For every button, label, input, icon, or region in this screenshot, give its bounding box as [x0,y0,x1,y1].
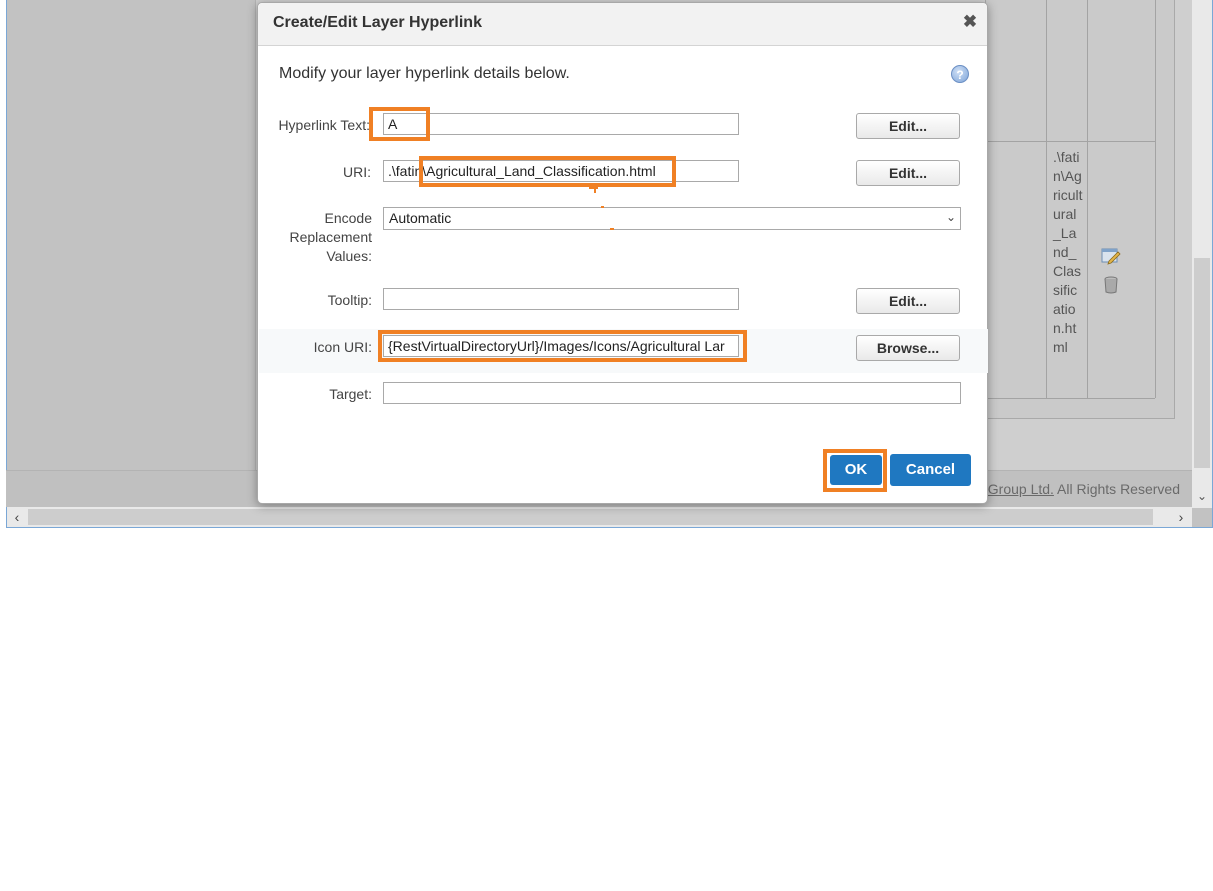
hyperlink-text-input[interactable] [383,113,739,135]
scroll-right-icon[interactable]: › [1171,507,1191,527]
annotation-mark [594,187,596,193]
target-label: Target: [329,386,372,402]
table-row-divider [985,398,1155,399]
hyperlink-text-edit-button[interactable]: Edit... [856,113,960,139]
uri-input[interactable] [383,160,739,182]
encode-label-line: Values: [326,248,372,264]
uri-label: URI: [343,164,371,180]
encode-label: Encode Replacement Values: [262,209,373,266]
trash-can-icon[interactable] [1104,276,1118,294]
scroll-down-icon[interactable]: ⌄ [1192,486,1212,506]
hyperlink-text-label: Hyperlink Text: [278,117,370,133]
encode-label-line: Encode [324,210,372,226]
table-cell-uri: .\fatin\Agricultural_Land_Classification… [1053,149,1083,355]
horizontal-scrollbar-thumb[interactable] [28,509,1153,525]
icon-uri-browse-button[interactable]: Browse... [856,335,960,361]
uri-edit-button[interactable]: Edit... [856,160,960,186]
help-question-icon[interactable]: ? [951,65,969,83]
tooltip-edit-button[interactable]: Edit... [856,288,960,314]
encode-replacement-select[interactable]: Automatic ⌄ [383,207,961,230]
icon-uri-input[interactable] [383,335,739,357]
footer-copyright: Group Ltd. All Rights Reserved [988,481,1180,497]
ok-button[interactable]: OK [830,455,882,485]
table-row-divider [985,141,1155,142]
footer-company-link[interactable]: Group Ltd. [988,481,1054,497]
icon-uri-label: Icon URI: [313,339,372,355]
cancel-button[interactable]: Cancel [890,454,971,486]
close-x-icon[interactable]: ✖ [961,13,979,31]
footer-rights-text: All Rights Reserved [1053,481,1180,497]
scroll-left-icon[interactable]: ‹ [7,507,27,527]
annotation-mark [610,228,614,230]
encode-select-value: Automatic [389,210,452,226]
dialog-intro-text: Modify your layer hyperlink details belo… [279,65,570,82]
vertical-scrollbar-thumb[interactable] [1194,258,1210,468]
edit-pencil-icon[interactable] [1101,246,1121,266]
tooltip-label: Tooltip: [327,292,372,308]
tooltip-input[interactable] [383,288,739,310]
hyperlink-dialog: Create/Edit Layer Hyperlink ✖ Modify you… [257,2,988,504]
target-input[interactable] [383,382,961,404]
encode-label-line: Replacement [289,229,373,245]
annotation-mark [601,206,604,208]
chevron-down-icon: ⌄ [945,210,956,224]
dialog-title: Create/Edit Layer Hyperlink [273,14,482,31]
